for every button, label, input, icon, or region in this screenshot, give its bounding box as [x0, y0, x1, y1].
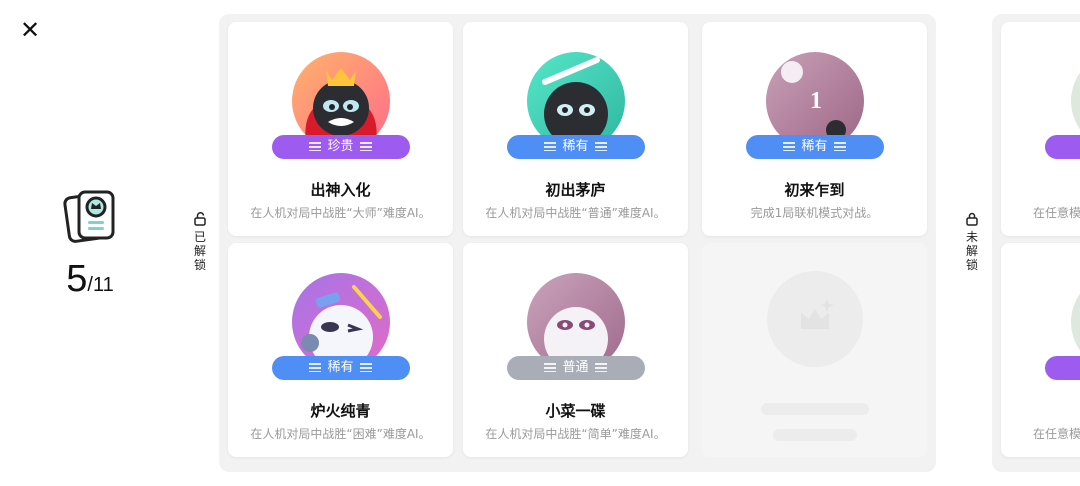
- achievement-description: 在人机对局中战胜“大师”难度AI。: [250, 206, 431, 220]
- tier-label: 稀有: [801, 139, 828, 154]
- tier-label: 稀有: [327, 360, 354, 375]
- achievement-card[interactable]: 1 稀有 初来乍到 完成1局联机模式对战。: [702, 22, 927, 236]
- tier-badge: 普通: [506, 356, 645, 380]
- achievement-title: 初出茅庐: [545, 181, 606, 199]
- achievement-description: 在人机对局中战胜“困难”难度AI。: [250, 427, 431, 441]
- locked-achievements-panel: 在任意模 在任意模: [992, 14, 1080, 472]
- unlock-icon: [194, 212, 206, 226]
- locked-label-char: 解: [965, 244, 978, 258]
- trophy-card-icon: [63, 190, 115, 243]
- unlocked-label-char: 解: [193, 244, 206, 258]
- tier-badge: 稀有: [271, 356, 410, 380]
- unlocked-section-label: 已 解 锁: [192, 212, 208, 272]
- close-icon: ✕: [19, 16, 41, 44]
- crown-placeholder-icon: [800, 299, 834, 329]
- achievement-card[interactable]: 稀有 初出茅庐 在人机对局中战胜“普通”难度AI。: [463, 22, 688, 236]
- locked-achievement-card[interactable]: 在任意模: [1001, 22, 1080, 236]
- close-button[interactable]: ✕: [18, 18, 42, 42]
- tier-badge: 珍贵: [271, 135, 410, 159]
- achievement-progress: 5/11: [58, 188, 122, 301]
- unlocked-label-char: 锁: [193, 258, 206, 272]
- tier-label: 稀有: [562, 139, 589, 154]
- achievement-description: 在任意模: [1033, 427, 1080, 441]
- locked-label-char: 锁: [965, 258, 978, 272]
- placeholder-badge: [766, 271, 863, 367]
- locked-achievement-card[interactable]: 在任意模: [1001, 243, 1080, 457]
- achievement-description: 完成1局联机模式对战。: [750, 206, 879, 220]
- achievement-description: 在人机对局中战胜“简单”难度AI。: [485, 427, 666, 441]
- locked-label-char: 未: [965, 230, 978, 244]
- achievement-card[interactable]: 普通 小菜一碟 在人机对局中战胜“简单”难度AI。: [463, 243, 688, 457]
- achievement-description: 在任意模: [1033, 206, 1080, 220]
- achievement-title: 炉火纯青: [310, 402, 371, 420]
- placeholder-description: [772, 429, 857, 441]
- lock-icon: [966, 212, 978, 226]
- tier-label: 普通: [562, 360, 589, 375]
- tier-badge: [1045, 135, 1080, 159]
- achievement-card[interactable]: 稀有 炉火纯青 在人机对局中战胜“困难”难度AI。: [228, 243, 453, 457]
- tier-label: 珍贵: [327, 139, 354, 154]
- tier-badge: 稀有: [506, 135, 645, 159]
- achievement-card[interactable]: 珍贵 出神入化 在人机对局中战胜“大师”难度AI。: [228, 22, 453, 236]
- locked-section-label: 未 解 锁: [964, 212, 980, 272]
- placeholder-title: [760, 403, 869, 415]
- achievement-description: 在人机对局中战胜“普通”难度AI。: [485, 206, 666, 220]
- achievement-title: 小菜一碟: [545, 402, 606, 420]
- achievement-title: 出神入化: [310, 181, 371, 199]
- achievements-screen: ✕ 5/11 已 解 锁 珍贵 出神入化 在人机对局中战胜“大师”难度AI。 稀…: [0, 0, 1080, 486]
- achievement-title: 初来乍到: [784, 181, 845, 199]
- empty-achievement-slot: [702, 243, 927, 457]
- tier-badge: [1045, 356, 1080, 380]
- svg-text:1: 1: [810, 88, 822, 114]
- unlocked-count: 5: [66, 258, 88, 300]
- tier-badge: 稀有: [745, 135, 884, 159]
- unlocked-label-char: 已: [193, 230, 206, 244]
- total-count: /11: [87, 274, 114, 296]
- unlocked-achievements-panel: 珍贵 出神入化 在人机对局中战胜“大师”难度AI。 稀有 初出茅庐 在人机对局中…: [219, 14, 936, 472]
